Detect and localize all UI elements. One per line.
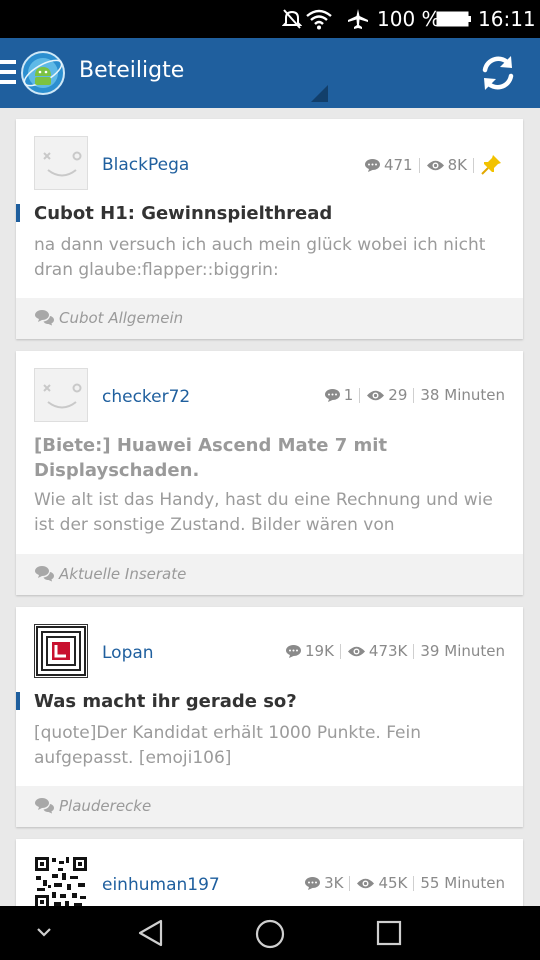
recents-icon[interactable] [375,919,403,947]
clock: 16:11 [478,7,536,31]
avatar-image [36,626,86,676]
thread-stats: 471 8K [364,154,505,176]
thread-stats: 1 29 38 Minuten [324,386,505,404]
battery-icon [436,11,471,27]
view-count: 45K [378,874,408,892]
eye-icon [426,160,444,170]
app-logo-icon[interactable] [20,50,66,96]
avatar[interactable] [34,624,88,678]
unread-marker [16,692,20,710]
menu-icon[interactable] [0,60,16,86]
avatar[interactable] [34,856,88,910]
forum-name[interactable]: Plauderecke [59,797,151,815]
username[interactable]: checker72 [102,387,190,407]
battery-percent: 100 % [377,7,441,31]
thread-title[interactable]: Cubot H1: Gewinnspielthread [34,201,504,226]
username[interactable]: Lopan [102,643,154,663]
eye-icon [357,878,375,888]
avatar-image [34,856,88,910]
view-count: 473K [368,642,408,660]
status-bar: 100 % 16:11 [0,0,540,38]
thread-footer[interactable]: Cubot Allgemein [16,298,523,339]
unread-marker [16,204,20,222]
username[interactable]: einhuman197 [102,875,220,895]
home-icon[interactable] [254,918,286,950]
last-post-time: 38 Minuten [420,386,505,404]
thread-title[interactable]: Was macht ihr gerade so? [34,689,504,714]
thread-card[interactable]: Lopan 19K 473K 39 Minuten Was macht ihr … [16,607,523,827]
username[interactable]: BlackPega [102,155,189,175]
view-count: 29 [388,386,408,404]
thread-card[interactable]: checker72 1 29 38 Minuten [Biete:] Huawe… [16,351,523,595]
reply-count: 19K [304,642,334,660]
eye-icon [367,390,385,400]
reply-count: 471 [383,156,413,174]
thread-footer[interactable]: Plauderecke [16,786,523,827]
thread-title[interactable]: [Biete:] Huawei Ascend Mate 7 mit Displa… [34,433,504,483]
thread-stats: 3K 45K 55 Minuten [304,874,505,892]
thread-excerpt: [quote]Der Kandidat erhält 1000 Punkte. … [34,723,422,768]
thread-footer[interactable]: Aktuelle Inserate [16,554,523,595]
page-title: Beteiligte [79,58,185,83]
forum-icon [35,566,54,582]
wifi-icon [306,9,332,30]
default-avatar-icon [43,151,82,177]
comment-icon [285,644,301,658]
reply-count: 1 [343,386,354,404]
view-count: 8K [447,156,467,174]
forum-icon [35,310,54,326]
avatar[interactable] [34,368,88,422]
forum-icon [35,798,54,814]
forum-name[interactable]: Aktuelle Inserate [59,565,186,583]
last-post-time: 39 Minuten [420,642,505,660]
eye-icon [347,646,365,656]
back-icon[interactable] [136,918,166,948]
comment-icon [324,388,340,402]
thread-excerpt: Wie alt ist das Handy, hast du eine Rech… [34,490,493,535]
thread-excerpt: na dann versuch ich auch mein glück wobe… [34,235,486,280]
last-post-time: 55 Minuten [420,874,505,892]
pin-icon [481,155,501,175]
chevron-down-icon[interactable] [34,925,54,939]
refresh-icon[interactable] [478,53,518,93]
dropdown-corner-icon [311,85,328,102]
mute-icon [282,9,302,29]
forum-name[interactable]: Cubot Allgemein [59,309,183,327]
system-nav-bar [0,906,540,960]
thread-card[interactable]: BlackPega 471 8K Cubot H1: Gewinnspielth… [16,119,523,339]
comment-icon [364,158,380,172]
default-avatar-icon [43,383,82,409]
airplane-icon [348,9,368,29]
reply-count: 3K [324,874,344,892]
avatar[interactable] [34,136,88,190]
comment-icon [305,876,321,890]
app-bar: Beteiligte [0,38,540,108]
thread-stats: 19K 473K 39 Minuten [285,642,505,660]
